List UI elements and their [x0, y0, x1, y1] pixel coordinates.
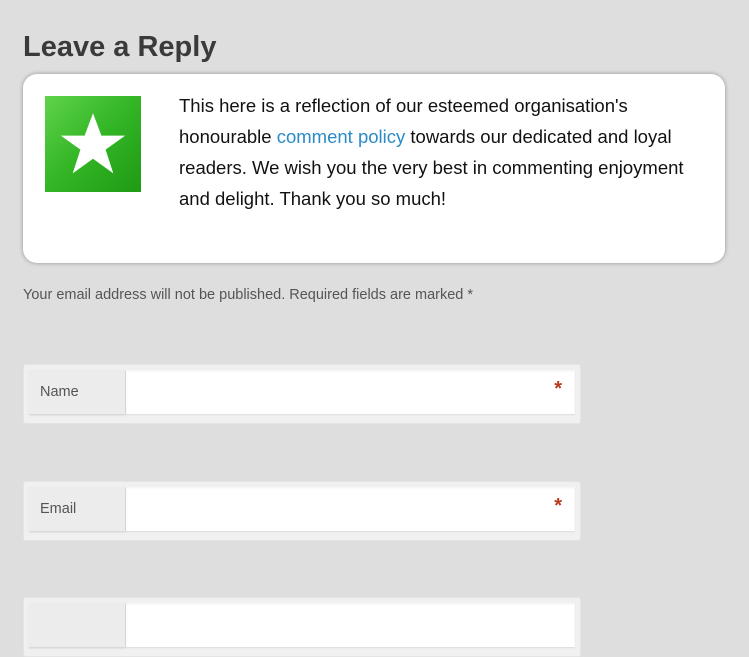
star-icon	[60, 113, 126, 174]
comment-policy-box: This here is a reflection of our esteeme…	[23, 74, 725, 263]
website-label	[28, 603, 125, 647]
star-badge	[45, 96, 141, 192]
name-label: Name	[28, 370, 125, 414]
comment-policy-link[interactable]: comment policy	[277, 126, 406, 147]
name-input[interactable]	[126, 370, 575, 414]
name-field-group: Name *	[23, 364, 581, 424]
reply-title: Leave a Reply	[23, 31, 217, 63]
website-input[interactable]	[126, 603, 575, 647]
name-required-mark: *	[554, 378, 562, 400]
policy-text: This here is a reflection of our esteeme…	[179, 90, 715, 214]
email-field-group: Email *	[23, 481, 581, 541]
comment-notes: Your email address will not be published…	[23, 287, 474, 303]
website-field-group	[23, 597, 581, 657]
email-input[interactable]	[126, 487, 575, 531]
email-label: Email	[28, 487, 125, 531]
email-required-mark: *	[554, 495, 562, 517]
